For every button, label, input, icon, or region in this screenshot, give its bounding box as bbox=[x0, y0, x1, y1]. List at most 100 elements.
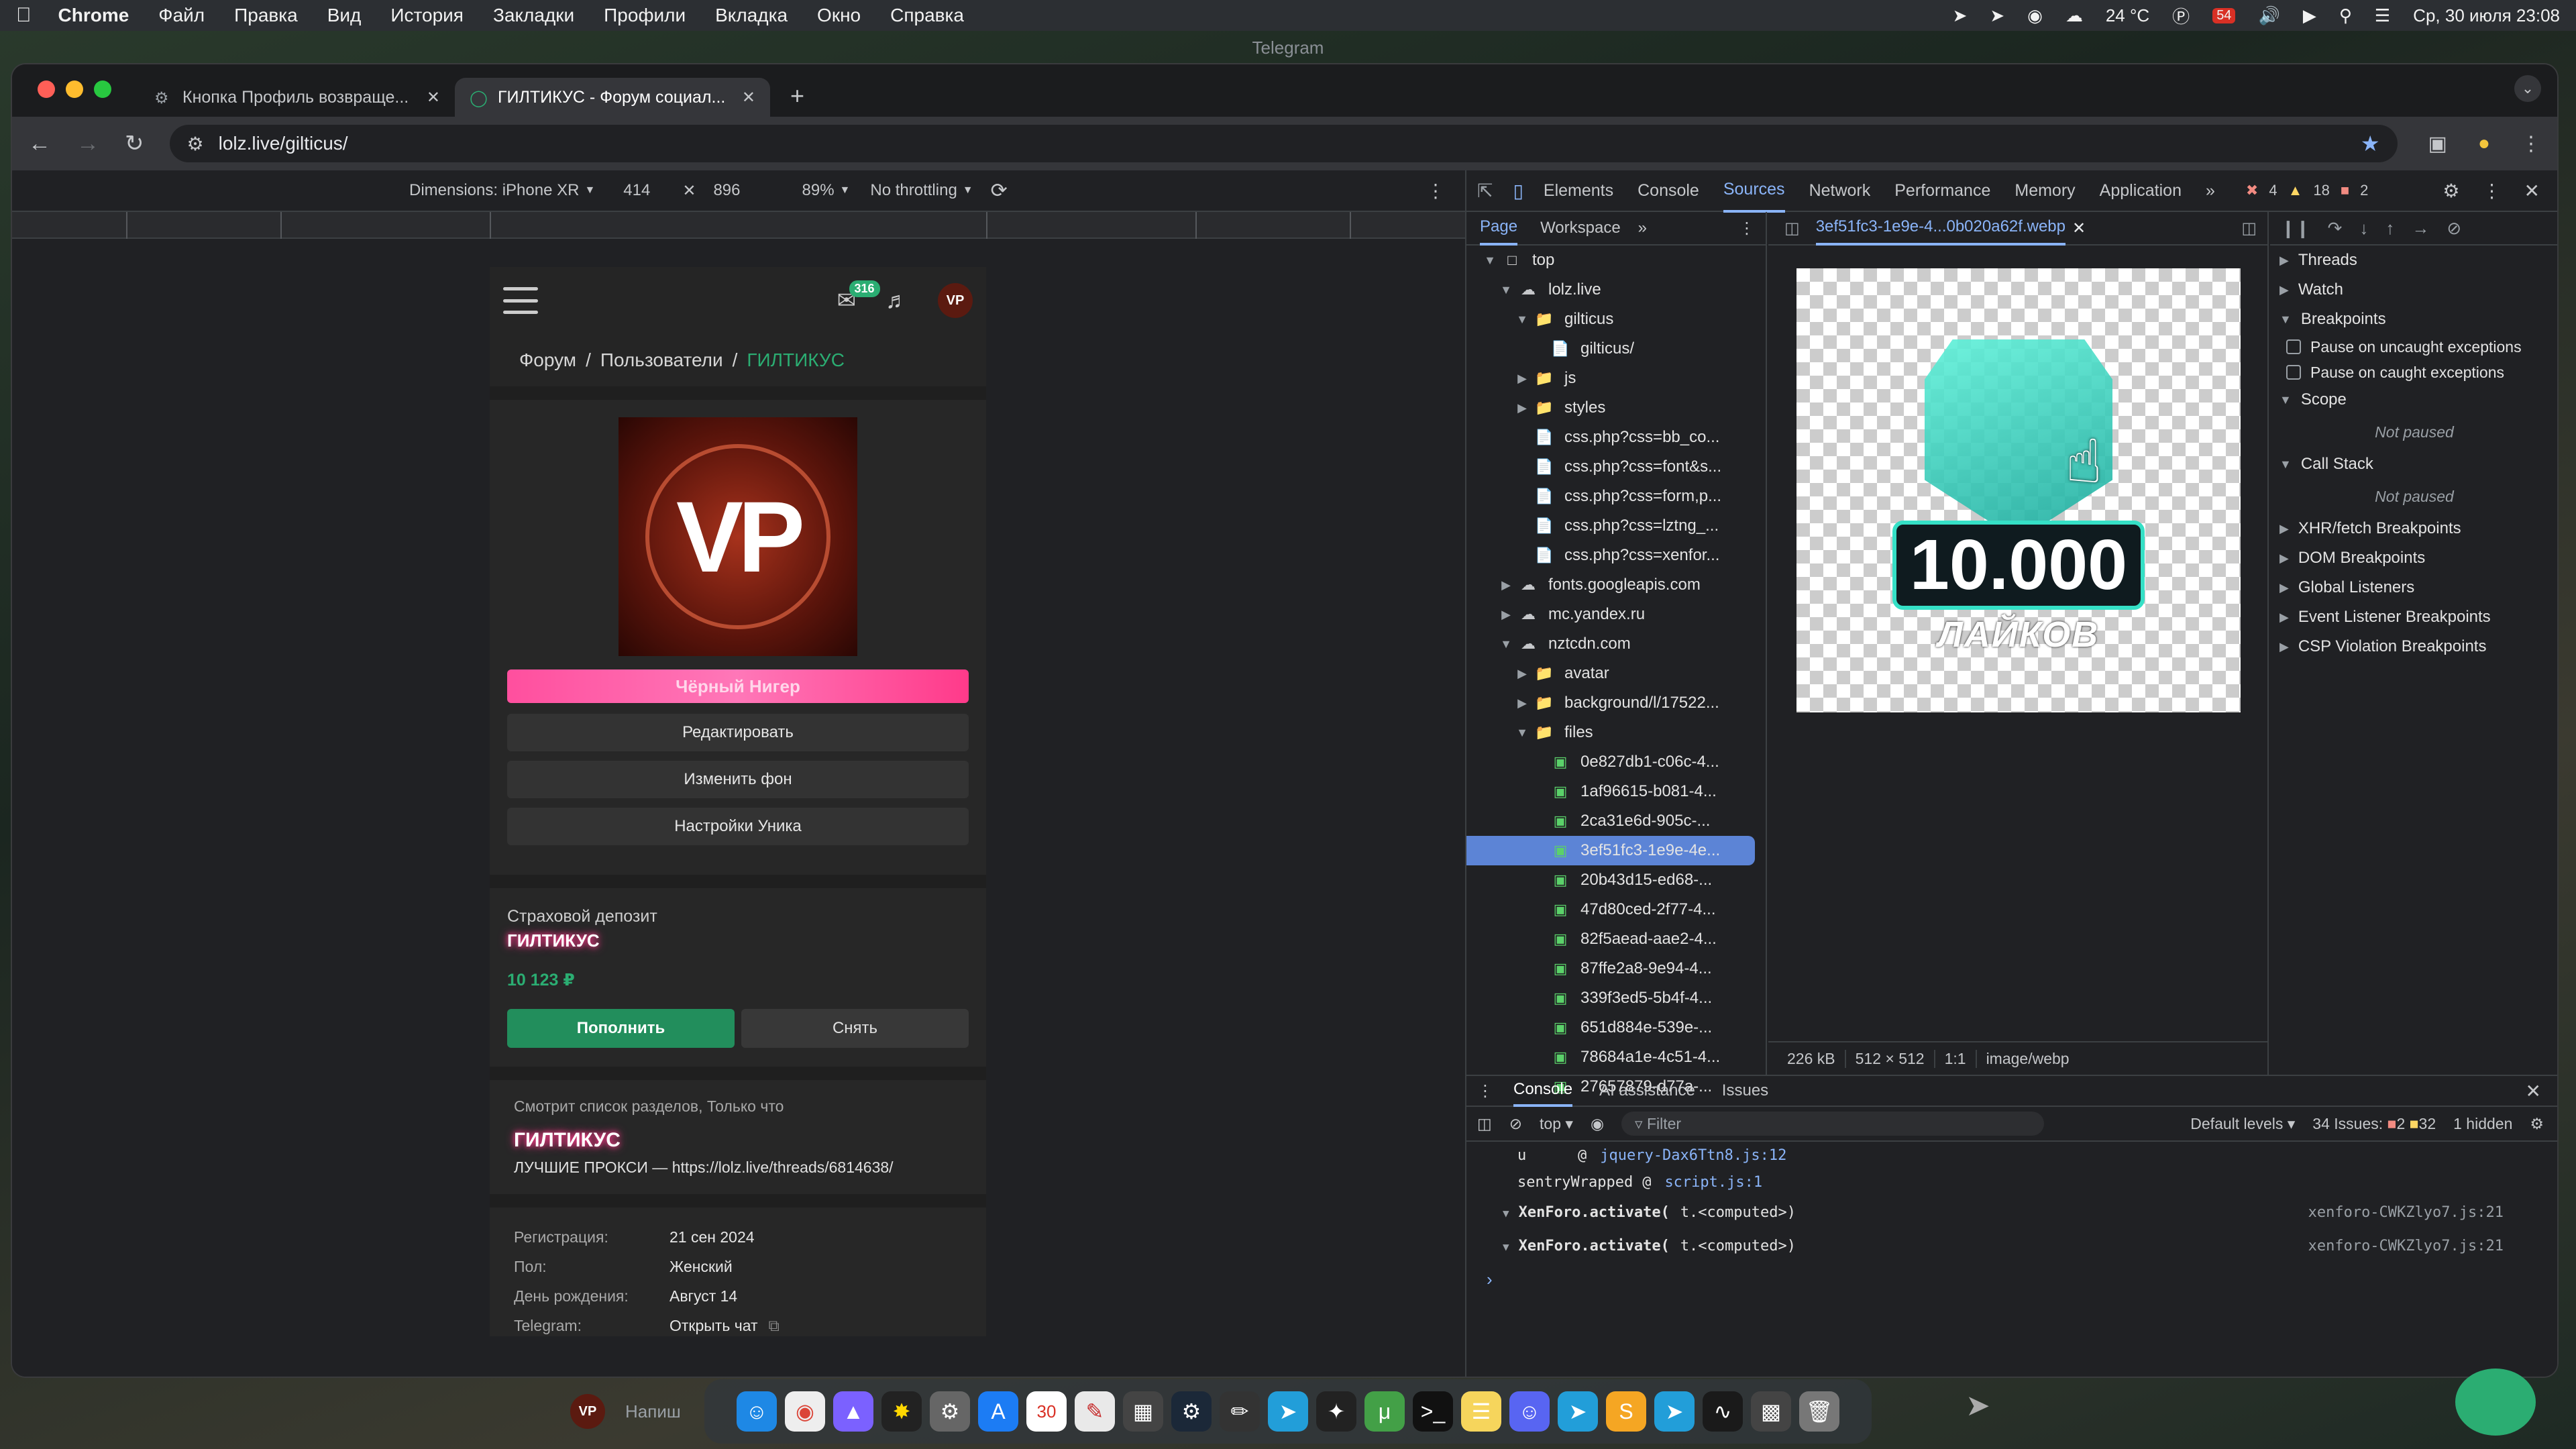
profile-avatar[interactable]: VP bbox=[619, 417, 857, 656]
system-settings-icon[interactable]: ⚙ bbox=[930, 1391, 970, 1432]
deactivate-breakpoints-icon[interactable]: ⊘ bbox=[2447, 218, 2461, 239]
tree-node[interactable]: ▼ ☁ lolz.live bbox=[1466, 275, 1766, 305]
tree-node[interactable]: ▼ ☁ nztcdn.com bbox=[1466, 629, 1766, 659]
settings-gear-icon[interactable]: ⚙ bbox=[2443, 180, 2459, 202]
log-levels-select[interactable]: Default levels ▾ bbox=[2190, 1115, 2295, 1133]
device-height-input[interactable]: 896 bbox=[713, 181, 740, 200]
drawer-tab-console[interactable]: Console bbox=[1513, 1075, 1573, 1107]
device-dimensions-select[interactable]: Dimensions: iPhone XR bbox=[409, 181, 579, 200]
tab-elements[interactable]: Elements bbox=[1544, 170, 1613, 211]
tree-node[interactable]: ▣ 3ef51fc3-1e9e-4e... bbox=[1466, 836, 1755, 865]
bookmark-star-icon[interactable]: ★ bbox=[2361, 131, 2380, 156]
menu-bookmarks[interactable]: Закладки bbox=[493, 5, 574, 26]
tree-node[interactable]: ▶ 📁 js bbox=[1466, 364, 1766, 393]
telegram-icon[interactable]: ➤ bbox=[1654, 1391, 1695, 1432]
site-info-icon[interactable]: ⚙ bbox=[187, 133, 204, 155]
more-icon[interactable]: » bbox=[1638, 219, 1647, 237]
clock[interactable]: Ср, 30 июля 23:08 bbox=[2413, 5, 2560, 26]
step-out-icon[interactable]: ↑ bbox=[2385, 218, 2394, 239]
tree-node[interactable]: ▣ 78684a1e-4c51-4... bbox=[1466, 1042, 1766, 1072]
console-prompt[interactable]: › bbox=[1466, 1269, 2557, 1290]
tree-node[interactable]: ▣ 1af96615-b081-4... bbox=[1466, 777, 1766, 806]
notification-badge[interactable]: 54 bbox=[2212, 7, 2236, 23]
play-icon[interactable]: ▶ bbox=[2303, 5, 2316, 26]
menu-profiles[interactable]: Профили bbox=[604, 5, 686, 26]
username-large[interactable]: ГИЛТИКУС bbox=[514, 1129, 962, 1152]
drawer-tab-ai-assistance[interactable]: AI assistance bbox=[1599, 1076, 1695, 1106]
call-arg[interactable]: t.<computed>) bbox=[1680, 1238, 1796, 1254]
telegram-compose-button[interactable] bbox=[2455, 1368, 2536, 1436]
zoom-select[interactable]: 89% bbox=[802, 181, 835, 200]
edit-button[interactable]: Редактировать bbox=[507, 714, 969, 751]
tab-memory[interactable]: Memory bbox=[2015, 170, 2075, 211]
menu-history[interactable]: История bbox=[390, 5, 464, 26]
menu-app-name[interactable]: Chrome bbox=[58, 5, 129, 26]
control-center-icon[interactable]: ☰ bbox=[2375, 5, 2390, 26]
rotate-icon[interactable]: ⟳ bbox=[991, 179, 1008, 203]
extensions-icon[interactable]: ▣ bbox=[2428, 132, 2447, 156]
steam-icon[interactable]: ⚙ bbox=[1171, 1391, 1212, 1432]
tab-search-chevron-icon[interactable]: ⌄ bbox=[2514, 75, 2541, 102]
more-tabs-icon[interactable]: » bbox=[2206, 170, 2215, 211]
call-arg[interactable]: t.<computed>) bbox=[1680, 1204, 1796, 1221]
telegram-avatar[interactable]: VP bbox=[570, 1394, 605, 1429]
tree-node[interactable]: ▶ 📁 styles bbox=[1466, 393, 1766, 423]
close-drawer-icon[interactable]: ✕ bbox=[2526, 1080, 2541, 1102]
tree-node[interactable]: ▣ 20b43d15-ed68-... bbox=[1466, 865, 1766, 895]
tree-node[interactable]: ▣ 47d80ced-2f77-4... bbox=[1466, 895, 1766, 924]
unique-settings-button[interactable]: Настройки Уника bbox=[507, 808, 969, 845]
section-breakpoints[interactable]: ▼ Breakpoints bbox=[2270, 305, 2557, 334]
close-icon[interactable]: ✕ bbox=[427, 88, 440, 107]
section-event-listener-breakpoints[interactable]: ▶ Event Listener Breakpoints bbox=[2270, 602, 2557, 632]
console-settings-icon[interactable]: ⚙ bbox=[2530, 1115, 2544, 1133]
notes-icon[interactable]: ☰ bbox=[1461, 1391, 1501, 1432]
section-scope[interactable]: ▼ Scope bbox=[2270, 385, 2557, 415]
terminal-icon[interactable]: >_ bbox=[1413, 1391, 1453, 1432]
tree-node[interactable]: ▣ 651d884e-539e-... bbox=[1466, 1013, 1766, 1042]
volume-icon[interactable]: 🔊 bbox=[2258, 5, 2279, 26]
tree-node[interactable]: ▶ ☁ mc.yandex.ru bbox=[1466, 600, 1766, 629]
menu-help[interactable]: Справка bbox=[890, 5, 964, 26]
weather-icon[interactable]: ☁ bbox=[2065, 5, 2083, 26]
app-icon[interactable]: ✸ bbox=[881, 1391, 922, 1432]
tree-node[interactable]: ▣ 82f5aead-aae2-4... bbox=[1466, 924, 1766, 954]
app-icon[interactable]: ✦ bbox=[1316, 1391, 1356, 1432]
tree-node[interactable]: ▶ 📁 background/l/17522... bbox=[1466, 688, 1766, 718]
expand-arrow-icon[interactable]: ▶ bbox=[1515, 667, 1529, 681]
breadcrumb-forum[interactable]: Форум bbox=[519, 350, 576, 371]
app-icon[interactable]: ✎ bbox=[1075, 1391, 1115, 1432]
section-xhr-breakpoints[interactable]: ▶ XHR/fetch Breakpoints bbox=[2270, 514, 2557, 543]
tree-node[interactable]: ▼ 📁 gilticus bbox=[1466, 305, 1766, 334]
call-source-link[interactable]: xenforo-CWKZlyo7.js:21 bbox=[2308, 1238, 2504, 1254]
minimize-window-button[interactable] bbox=[66, 80, 83, 98]
back-icon[interactable]: ← bbox=[28, 131, 51, 157]
search-icon[interactable]: ⚲ bbox=[2339, 5, 2352, 26]
app-store-icon[interactable]: A bbox=[978, 1391, 1018, 1432]
tree-node[interactable]: ▶ 📁 avatar bbox=[1466, 659, 1766, 688]
chevron-down-icon[interactable]: ▼ bbox=[963, 184, 973, 197]
tab-gilticus[interactable]: ◯ ГИЛТИКУС - Форум социал... ✕ bbox=[455, 78, 770, 117]
tab-performance[interactable]: Performance bbox=[1894, 170, 1990, 211]
user-status[interactable]: ЛУЧШИЕ ПРОКСИ — https://lolz.live/thread… bbox=[514, 1159, 962, 1177]
tree-node[interactable]: 📄 gilticus/ bbox=[1466, 334, 1766, 364]
section-threads[interactable]: ▶ Threads bbox=[2270, 246, 2557, 275]
hamburger-menu-icon[interactable] bbox=[503, 287, 538, 314]
weather-temp[interactable]: 24 °C bbox=[2106, 5, 2149, 26]
clear-console-icon[interactable]: ⊘ bbox=[1509, 1115, 1522, 1133]
device-width-input[interactable]: 414 bbox=[623, 181, 650, 200]
calendar-icon[interactable]: 30 bbox=[1026, 1391, 1067, 1432]
toggle-debugger-icon[interactable]: ◫ bbox=[2241, 219, 2257, 238]
tree-node[interactable]: 📄 css.php?css=lztng_... bbox=[1466, 511, 1766, 541]
navigator-menu-icon[interactable]: ⋮ bbox=[1739, 219, 1755, 238]
section-csp-breakpoints[interactable]: ▶ CSP Violation Breakpoints bbox=[2270, 632, 2557, 661]
tree-node[interactable]: ▣ 339f3ed5-5b4f-4... bbox=[1466, 983, 1766, 1013]
close-icon[interactable]: ✕ bbox=[742, 88, 755, 107]
telegram-icon[interactable]: ➤ bbox=[1558, 1391, 1598, 1432]
tree-node[interactable]: 📄 css.php?css=font&s... bbox=[1466, 452, 1766, 482]
copy-icon[interactable]: ⧉ bbox=[769, 1311, 780, 1336]
error-counters[interactable]: ✖ 4 ▲ 18 ■ 2 bbox=[2246, 182, 2369, 199]
telegram-status-icon-2[interactable]: ➤ bbox=[1990, 5, 2004, 26]
toggle-navigator-icon[interactable]: ◫ bbox=[1784, 219, 1800, 238]
tab-console[interactable]: Console bbox=[1638, 170, 1699, 211]
pause-icon[interactable]: ❙❙ bbox=[2281, 218, 2310, 239]
